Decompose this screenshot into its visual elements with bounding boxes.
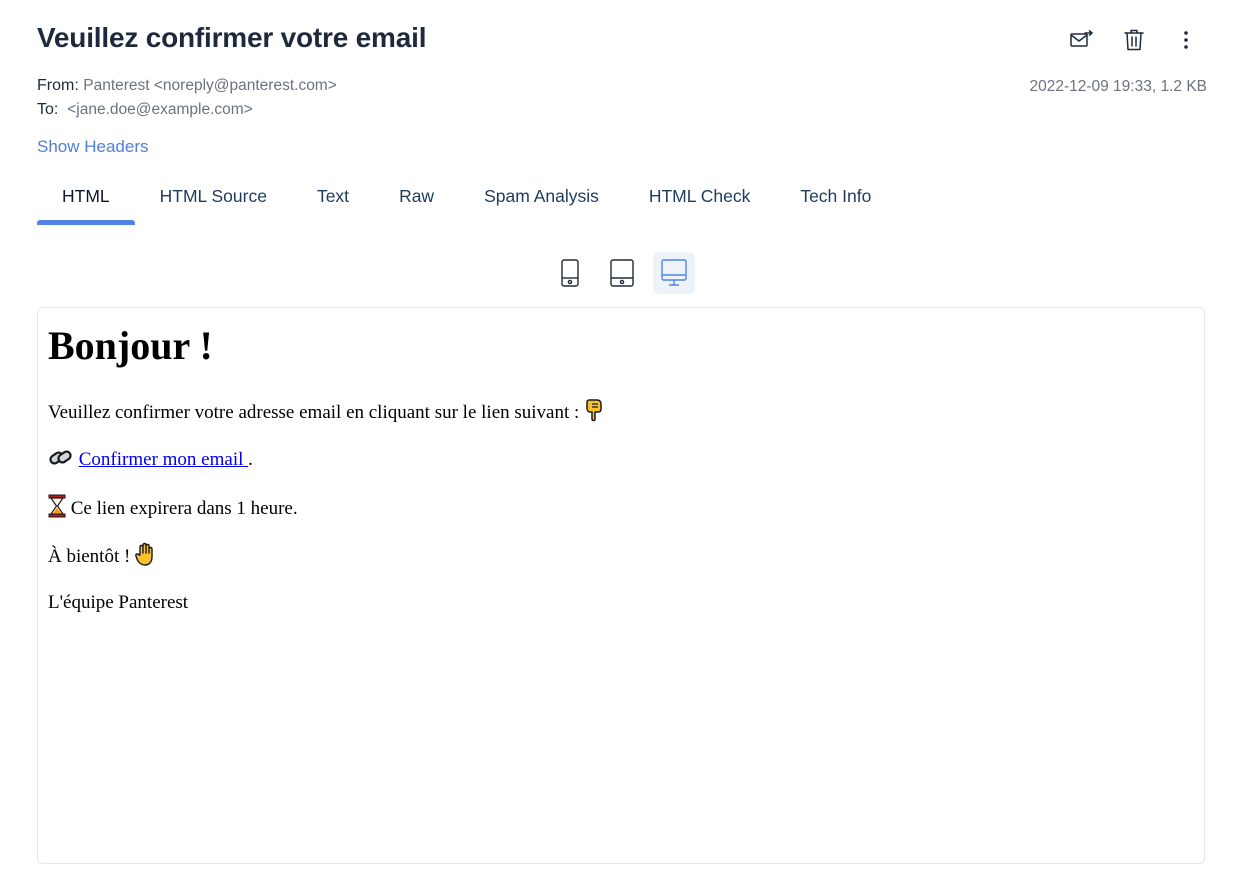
tab-html-check[interactable]: HTML Check [624,176,775,223]
mobile-icon [561,259,579,287]
tab-text[interactable]: Text [292,176,374,223]
tablet-icon [610,259,634,287]
confirm-email-link[interactable]: Confirmer mon email [79,449,248,470]
preview-paragraph-confirm: Veuillez confirmer votre adresse email e… [48,398,1194,425]
email-subject: Veuillez confirmer votre email [37,22,427,53]
desktop-view-button[interactable] [653,252,695,294]
desktop-icon [661,259,687,286]
email-actions [1068,26,1200,54]
from-value: Panterest <noreply@panterest.com> [83,77,337,94]
preview-paragraph-link: Confirmer mon email . [48,447,1194,472]
tab-tech-info[interactable]: Tech Info [775,176,896,223]
mobile-view-button[interactable] [549,252,591,294]
forward-button[interactable] [1068,26,1096,54]
preview-signature: L'équipe Panterest [48,592,189,613]
preview-paragraph-expiry: Ce lien expirera dans 1 heure. [48,494,1194,521]
more-button[interactable] [1172,26,1200,54]
from-row: From: Panterest <noreply@panterest.com> [37,77,337,95]
forward-mail-icon [1070,30,1093,47]
preview-paragraph-bye: À bientôt ! [48,542,1194,569]
tab-html-source[interactable]: HTML Source [135,176,292,223]
pointing-down-hand-icon [586,399,602,422]
device-view-switcher [0,252,1244,294]
to-value: <jane.doe@example.com> [67,101,253,118]
tablet-view-button[interactable] [601,252,643,294]
preview-line3: Ce lien expirera dans 1 heure. [70,497,298,519]
link-suffix: . [248,448,253,470]
waving-hand-icon [135,543,153,566]
preview-heading: Bonjour ! [48,323,213,368]
tab-raw[interactable]: Raw [374,176,459,223]
trash-icon [1124,29,1144,51]
tab-spam-analysis[interactable]: Spam Analysis [459,176,624,223]
delete-button[interactable] [1120,26,1148,54]
email-preview: Bonjour ! Veuillez confirmer votre adres… [37,307,1205,864]
to-row: To: <jane.doe@example.com> [37,101,253,119]
hourglass-icon [48,494,66,517]
email-meta-info: 2022-12-09 19:33, 1.2 KB [1029,78,1207,95]
link-icon [49,450,72,465]
show-headers-link[interactable]: Show Headers [37,137,149,157]
tab-html[interactable]: HTML [37,176,135,225]
view-tabs: HTML HTML Source Text Raw Spam Analysis … [37,176,896,225]
preview-line1: Veuillez confirmer votre adresse email e… [48,402,580,423]
more-vertical-icon [1184,31,1188,49]
preview-line4: À bientôt ! [48,546,131,568]
to-label: To: [37,101,59,118]
from-label: From: [37,77,79,94]
